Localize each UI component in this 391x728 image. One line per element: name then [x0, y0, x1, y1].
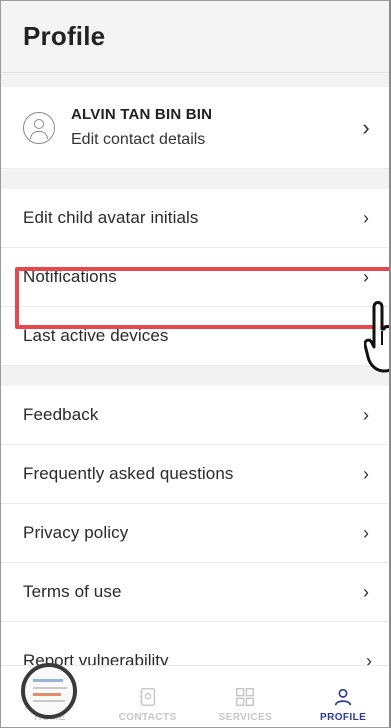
floating-preview-thumbnail[interactable] [21, 663, 77, 719]
section-divider [1, 366, 389, 386]
chevron-right-icon: › [363, 522, 369, 543]
profile-icon [334, 688, 352, 706]
chevron-right-icon: › [363, 463, 369, 484]
chevron-right-icon: › [363, 581, 369, 602]
page-header: Profile [1, 1, 389, 73]
chevron-right-icon: › [363, 266, 369, 287]
menu-item-edit-child-avatar-initials[interactable]: Edit child avatar initials › [1, 189, 389, 248]
chevron-right-icon: › [363, 207, 369, 228]
menu-item-notifications[interactable]: Notifications › [1, 248, 389, 307]
tab-label: SERVICES [218, 712, 273, 723]
menu-item-label: Last active devices [23, 326, 169, 345]
tab-label: PROFILE [320, 712, 367, 723]
contacts-icon [139, 688, 155, 706]
menu-item-label: Edit child avatar initials [23, 208, 199, 227]
section-divider [1, 73, 389, 87]
menu-item-terms-of-use[interactable]: Terms of use › [1, 563, 389, 622]
menu-item-feedback[interactable]: Feedback › [1, 386, 389, 445]
chevron-right-icon: › [363, 404, 369, 425]
services-grid-icon [236, 688, 255, 706]
menu-item-label: Privacy policy [23, 523, 129, 542]
app-screen: Profile ALVIN TAN BIN BIN Edit contact d… [0, 0, 391, 728]
tab-profile[interactable]: PROFILE [294, 666, 389, 727]
tab-label: CONTACTS [118, 712, 177, 723]
profile-name: ALVIN TAN BIN BIN [71, 106, 213, 123]
menu-item-privacy-policy[interactable]: Privacy policy › [1, 504, 389, 563]
tab-services[interactable]: SERVICES [197, 666, 295, 727]
menu-item-label: Terms of use [23, 582, 122, 601]
profile-text: ALVIN TAN BIN BIN Edit contact details [71, 106, 359, 149]
chevron-right-icon: › [362, 114, 370, 140]
edit-contact-details-label: Edit contact details [71, 131, 206, 148]
section-divider [1, 169, 389, 189]
menu-item-label: Notifications [23, 267, 117, 286]
avatar-icon [23, 111, 55, 144]
menu-item-faq[interactable]: Frequently asked questions › [1, 445, 389, 504]
menu-item-label: Frequently asked questions [23, 464, 234, 483]
tab-contacts[interactable]: CONTACTS [99, 666, 197, 727]
hand-cursor-icon [364, 301, 389, 373]
profile-card[interactable]: ALVIN TAN BIN BIN Edit contact details › [1, 87, 389, 169]
menu-item-last-active-devices[interactable]: Last active devices [1, 307, 389, 366]
page-title: Profile [23, 21, 106, 51]
menu-item-label: Feedback [23, 405, 99, 424]
